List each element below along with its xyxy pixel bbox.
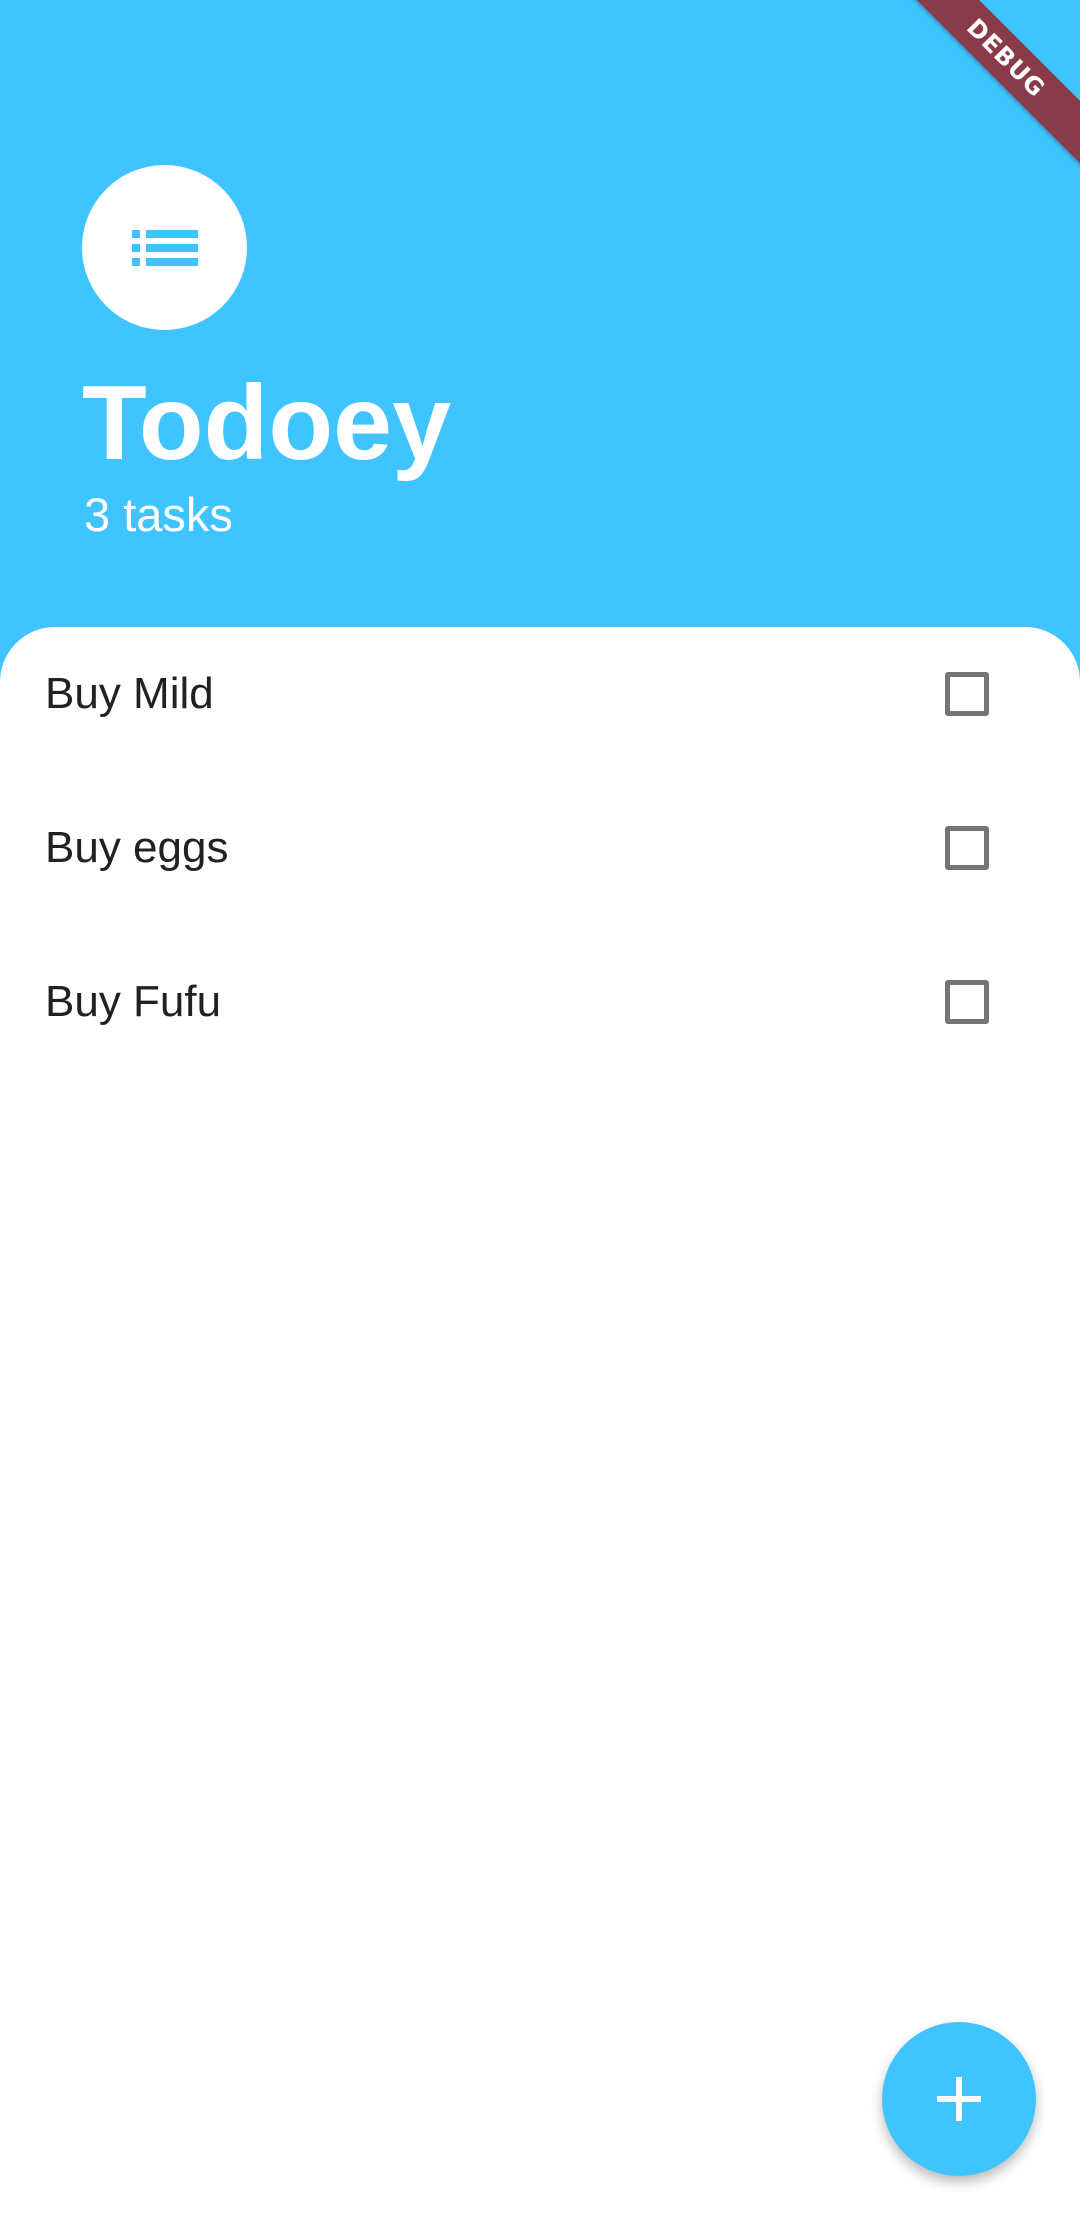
app-screen: Todoey 3 tasks DEBUG Buy Mild Buy eggs B… [0, 0, 1080, 2220]
task-checkbox[interactable] [945, 826, 989, 870]
task-checkbox[interactable] [945, 672, 989, 716]
task-row: Buy eggs [0, 771, 1080, 925]
add-icon [937, 2077, 981, 2121]
task-label: Buy Mild [45, 669, 214, 718]
avatar [82, 165, 247, 330]
task-list: Buy Mild Buy eggs Buy Fufu [0, 627, 1080, 1079]
page-title: Todoey [82, 364, 452, 482]
task-label: Buy eggs [45, 823, 229, 872]
task-checkbox[interactable] [945, 980, 989, 1024]
task-row: Buy Mild [0, 617, 1080, 771]
task-count: 3 tasks [84, 488, 233, 541]
task-row: Buy Fufu [0, 925, 1080, 1079]
header: Todoey 3 tasks [0, 0, 1080, 627]
list-icon [131, 229, 198, 266]
task-label: Buy Fufu [45, 977, 222, 1026]
add-task-button[interactable] [882, 2022, 1036, 2176]
task-sheet: Buy Mild Buy eggs Buy Fufu [0, 627, 1080, 2220]
